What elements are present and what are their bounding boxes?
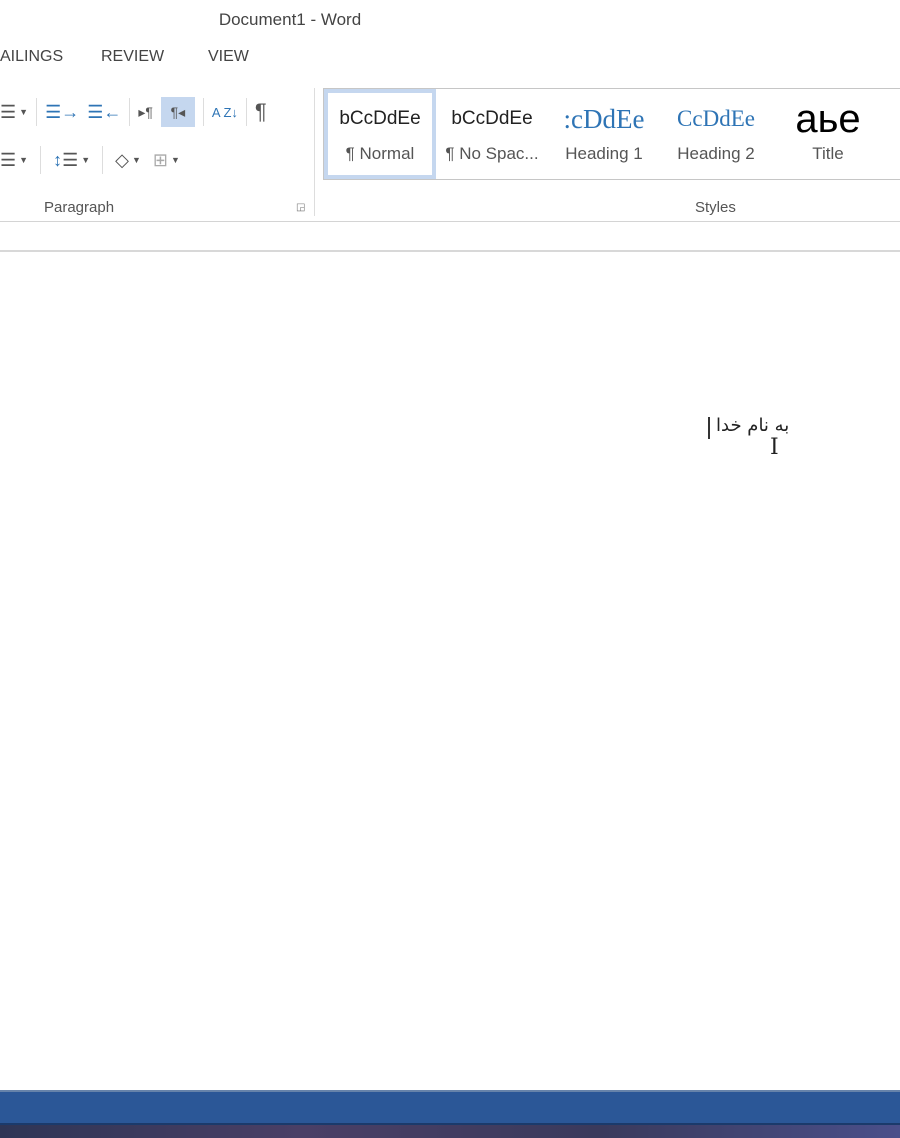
tab-review[interactable]: REVIEW [101,48,164,66]
style-preview: :cDdEe [563,104,645,134]
justify-icon[interactable]: ☰ ▼ [0,145,28,175]
taskbar [0,1125,900,1138]
window-title: Document1 - Word [218,10,362,29]
style-no-spacing[interactable]: bCcDdEe ¶ No Spac... [436,89,548,179]
borders-icon[interactable]: ⊞ ▼ [153,145,180,175]
style-label: Heading 2 [677,144,755,163]
paragraph-dialog-launcher-icon[interactable]: ◲ [296,202,305,213]
divider [245,98,247,126]
increase-indent-icon[interactable]: ☰← [87,97,121,127]
sort-icon[interactable]: A Z↓ [212,97,238,127]
style-heading-2[interactable]: CcDdEe Heading 2 [660,89,772,179]
ltr-icon[interactable]: ▸¶ [138,97,153,127]
style-normal[interactable]: bCcDdEe ¶ Normal [324,89,436,179]
style-label: Title [812,144,844,163]
ruler-border [0,250,900,252]
style-label: ¶ Normal [345,144,415,163]
divider [129,98,131,126]
multilevel-list-icon[interactable]: ☰ ▼ [0,97,28,127]
rtl-icon[interactable]: ¶◂ [160,97,195,127]
style-label: ¶ No Spac... [445,144,539,163]
shading-icon[interactable]: ◇ ▼ [115,145,141,175]
style-preview: bCcDdEe [451,108,533,129]
style-preview: bCcDdEe [339,108,421,129]
style-title[interactable]: aье Title [772,89,884,179]
paragraph-group-label: Paragraph [44,199,115,216]
divider [314,88,315,216]
show-formatting-icon[interactable]: ¶ [255,97,267,127]
tab-mailings[interactable]: AILINGS [0,48,63,66]
style-preview: aье [795,104,861,134]
ibeam-cursor-icon: I [770,435,779,460]
style-label: Heading 1 [565,144,643,163]
divider [202,98,204,126]
status-bar [0,1090,900,1125]
style-heading-1[interactable]: :cDdEe Heading 1 [548,89,660,179]
text-caret [708,417,710,439]
line-spacing-icon[interactable]: ↕ ☰ ▼ [53,145,90,175]
styles-group-label: Styles [695,199,736,216]
divider [40,146,42,174]
decrease-indent-icon[interactable]: ☰→ [45,97,79,127]
style-preview: CcDdEe [677,106,755,131]
styles-gallery: bCcDdEe ¶ Normal bCcDdEe ¶ No Spac... :c… [323,88,900,180]
document-text[interactable]: به نام خدا [716,415,789,436]
divider [36,98,38,126]
tab-view[interactable]: VIEW [208,48,249,66]
divider [102,146,104,174]
